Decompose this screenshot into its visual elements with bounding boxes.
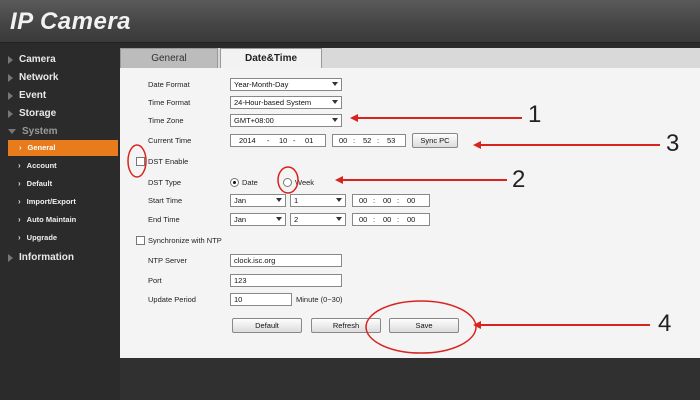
end-second: 00: [407, 215, 416, 224]
sidebar-item-system[interactable]: System: [8, 126, 58, 137]
sidebar-item-network[interactable]: Network: [8, 72, 58, 83]
sidebar-sub-item-auto-maintain[interactable]: › Auto Maintain: [18, 215, 76, 224]
dst-type-date-label: Date: [242, 178, 258, 187]
time-zone-select[interactable]: GMT+08:00: [230, 114, 342, 127]
chevron-right-icon: ›: [18, 197, 21, 206]
time-format-label: Time Format: [148, 98, 191, 107]
dst-type-week-radio[interactable]: [283, 178, 292, 187]
time-zone-label: Time Zone: [148, 116, 184, 125]
end-time-input[interactable]: 00 : 00 : 00: [352, 213, 430, 226]
current-day: 01: [305, 136, 314, 145]
ntp-server-label: NTP Server: [148, 256, 188, 265]
sidebar-item-storage[interactable]: Storage: [8, 108, 56, 119]
sidebar-item-information[interactable]: Information: [8, 252, 74, 263]
expand-arrow-icon: [8, 55, 13, 64]
current-time-input[interactable]: 00 : 52 : 53: [332, 134, 406, 147]
start-minute: 00: [383, 196, 392, 205]
annotation-number-1: 1: [528, 101, 542, 128]
start-day-select[interactable]: 1: [290, 194, 346, 207]
end-month-select[interactable]: Jan: [230, 213, 286, 226]
time-separator: :: [373, 196, 376, 205]
bottom-bar: [120, 358, 700, 400]
annotation-number-2: 2: [512, 166, 526, 193]
update-period-unit: Minute (0~30): [296, 295, 343, 304]
end-day-select[interactable]: 2: [290, 213, 346, 226]
current-time-label: Current Time: [148, 136, 192, 145]
end-minute: 00: [383, 215, 392, 224]
date-separator: -: [293, 136, 296, 145]
dst-type-label: DST Type: [148, 178, 182, 187]
start-hour: 00: [359, 196, 368, 205]
time-separator: :: [397, 196, 400, 205]
current-year: 2014: [239, 136, 256, 145]
current-second: 53: [387, 136, 396, 145]
time-separator: :: [373, 215, 376, 224]
sync-pc-button[interactable]: Sync PC: [412, 133, 458, 148]
tab-general[interactable]: General: [120, 48, 218, 68]
time-separator: :: [377, 136, 380, 145]
dst-type-week-label: Week: [295, 178, 315, 187]
chevron-right-icon: ›: [18, 215, 21, 224]
time-separator: :: [353, 136, 356, 145]
sync-ntp-label: Synchronize with NTP: [148, 236, 222, 245]
dst-enable-label: DST Enable: [148, 157, 189, 166]
date-time-panel: Date Format Year-Month-Day Time Format 2…: [120, 68, 700, 358]
start-month-select[interactable]: Jan: [230, 194, 286, 207]
end-hour: 00: [359, 215, 368, 224]
current-date-input[interactable]: 2014 - 10 - 01: [230, 134, 326, 147]
update-period-label: Update Period: [148, 295, 196, 304]
port-label: Port: [148, 276, 162, 285]
date-separator: -: [267, 136, 270, 145]
expand-arrow-icon: [8, 109, 13, 118]
date-format-select[interactable]: Year-Month-Day: [230, 78, 342, 91]
app-title: IP Camera: [10, 8, 132, 35]
start-time-input[interactable]: 00 : 00 : 00: [352, 194, 430, 207]
sidebar-item-camera[interactable]: Camera: [8, 54, 56, 65]
sidebar-sub-item-general-label: › General: [19, 143, 56, 152]
sidebar-sub-item-import-export[interactable]: › Import/Export: [18, 197, 76, 206]
chevron-right-icon: ›: [18, 179, 21, 188]
time-format-select[interactable]: 24-Hour-based System: [230, 96, 342, 109]
sidebar: Camera Network Event Storage System › Acc…: [0, 43, 120, 400]
chevron-right-icon: ›: [18, 233, 21, 242]
collapse-arrow-icon: [8, 129, 16, 134]
chevron-right-icon: ›: [18, 161, 21, 170]
chevron-right-icon: ›: [19, 143, 22, 152]
current-minute: 52: [363, 136, 372, 145]
refresh-button[interactable]: Refresh: [311, 318, 381, 333]
start-time-label: Start Time: [148, 196, 183, 205]
dst-type-date-radio[interactable]: [230, 178, 239, 187]
app-header: IP Camera: [0, 0, 700, 43]
end-time-label: End Time: [148, 215, 180, 224]
expand-arrow-icon: [8, 91, 13, 100]
date-format-label: Date Format: [148, 80, 190, 89]
time-separator: :: [397, 215, 400, 224]
content-area: General Date&Time Date Format Year-Month…: [120, 48, 700, 358]
expand-arrow-icon: [8, 253, 13, 262]
tab-bar: General Date&Time: [120, 48, 700, 68]
sync-ntp-checkbox[interactable]: [136, 236, 145, 245]
sidebar-item-event[interactable]: Event: [8, 90, 46, 101]
default-button[interactable]: Default: [232, 318, 302, 333]
save-button[interactable]: Save: [389, 318, 459, 333]
sidebar-sub-item-default[interactable]: › Default: [18, 179, 52, 188]
sidebar-sub-item-account[interactable]: › Account: [18, 161, 57, 170]
start-second: 00: [407, 196, 416, 205]
port-input[interactable]: 123: [230, 274, 342, 287]
annotation-number-3: 3: [666, 130, 680, 157]
update-period-input[interactable]: 10: [230, 293, 292, 306]
ntp-server-input[interactable]: clock.isc.org: [230, 254, 342, 267]
expand-arrow-icon: [8, 73, 13, 82]
current-hour: 00: [339, 136, 348, 145]
current-month: 10: [279, 136, 288, 145]
sidebar-sub-item-upgrade[interactable]: › Upgrade: [18, 233, 57, 242]
dst-enable-checkbox[interactable]: [136, 157, 145, 166]
annotation-number-4: 4: [658, 310, 672, 337]
tab-date-time[interactable]: Date&Time: [220, 48, 322, 68]
